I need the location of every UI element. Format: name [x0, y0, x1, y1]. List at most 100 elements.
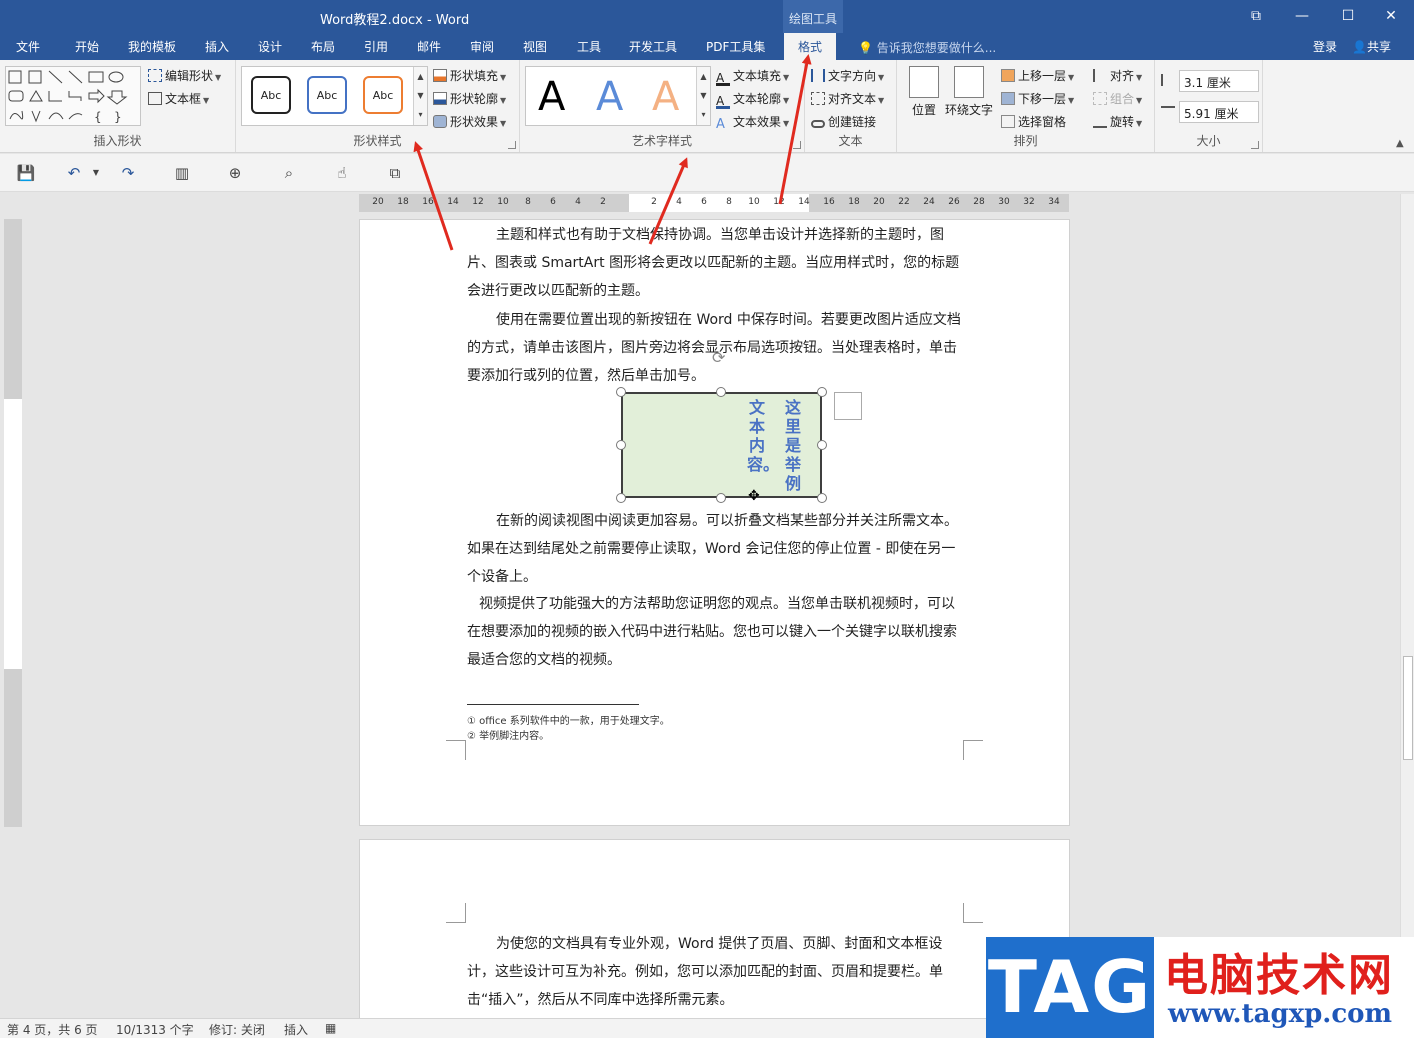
tab-my-templates[interactable]: 我的模板: [128, 38, 176, 55]
shapes-gallery[interactable]: {}: [5, 66, 141, 126]
group-objects-button[interactable]: 组合 ▼: [1093, 90, 1142, 107]
tab-format[interactable]: 格式: [784, 33, 837, 60]
vertical-scrollbar[interactable]: [1400, 194, 1414, 1018]
create-link-button[interactable]: 创建链接: [811, 113, 876, 130]
tab-mailings[interactable]: 邮件: [417, 38, 441, 55]
layout-options-icon[interactable]: [834, 392, 862, 420]
wordart-style-orange[interactable]: A: [652, 77, 679, 117]
resize-handle[interactable]: [817, 387, 827, 397]
edit-shape-button[interactable]: 编辑形状 ▼: [148, 67, 221, 84]
position-button[interactable]: 位置: [909, 66, 939, 118]
scrollbar-thumb[interactable]: [1403, 656, 1413, 760]
resize-handle[interactable]: [817, 440, 827, 450]
dialog-launcher-icon[interactable]: [793, 141, 801, 149]
read-mode-icon[interactable]: ▥: [172, 163, 192, 183]
rotate-button[interactable]: 旋转 ▼: [1093, 113, 1142, 130]
vertical-ruler[interactable]: [4, 219, 22, 827]
collapse-ribbon-icon[interactable]: ▲: [1396, 138, 1404, 149]
tab-review[interactable]: 审阅: [470, 38, 494, 55]
rotate-handle-icon[interactable]: ⟳: [712, 348, 725, 367]
maximize-button[interactable]: ☐: [1325, 0, 1371, 33]
wrap-text-button[interactable]: 环绕文字: [945, 66, 993, 118]
wordart-scroll[interactable]: ▲ ▼ ▾: [696, 67, 710, 125]
close-button[interactable]: ✕: [1368, 0, 1414, 33]
tell-me-search[interactable]: 💡 告诉我您想要做什么...: [858, 39, 996, 56]
tab-design[interactable]: 设计: [258, 38, 282, 55]
resize-handle[interactable]: [716, 493, 726, 503]
minimize-button[interactable]: —: [1279, 0, 1325, 33]
macro-record-icon[interactable]: ▦: [325, 1021, 336, 1035]
paragraph[interactable]: 视频提供了功能强大的方法帮助您证明您的观点。当您单击联机视频时，可以在想要添加的…: [467, 590, 967, 674]
scroll-down-icon[interactable]: ▼: [697, 86, 710, 105]
undo-dropdown-icon[interactable]: ▼: [86, 163, 106, 183]
scroll-up-icon[interactable]: ▲: [414, 67, 427, 86]
tab-developer[interactable]: 开发工具: [629, 38, 677, 55]
selected-text-box[interactable]: 这里是举例 文本内容。: [621, 392, 822, 498]
ribbon-display-options-button[interactable]: ⧉: [1233, 0, 1279, 33]
share-button[interactable]: 👤共享: [1352, 38, 1391, 55]
resize-handle[interactable]: [716, 387, 726, 397]
web-layout-icon[interactable]: ⊕: [225, 163, 245, 183]
textbox-text-column[interactable]: 文本内容。: [747, 398, 779, 474]
shape-styles-gallery[interactable]: Abc Abc Abc ▲ ▼ ▾: [241, 66, 428, 126]
shape-style-black[interactable]: Abc: [251, 76, 291, 114]
gallery-more-icon[interactable]: ▾: [414, 105, 427, 124]
status-page[interactable]: 第 4 页，共 6 页: [7, 1021, 98, 1038]
tab-insert[interactable]: 插入: [205, 38, 229, 55]
shape-fill-button[interactable]: 形状填充 ▼: [433, 67, 506, 84]
tab-view[interactable]: 视图: [523, 38, 547, 55]
paragraph[interactable]: 主题和样式也有助于文档保持协调。当您单击设计并选择新的主题时，图片、图表或 Sm…: [467, 221, 967, 305]
shape-style-orange[interactable]: Abc: [363, 76, 403, 114]
align-button[interactable]: 对齐 ▼: [1093, 67, 1142, 84]
align-text-button[interactable]: 对齐文本 ▼: [811, 90, 884, 107]
status-word-count[interactable]: 10/1313 个字: [116, 1021, 194, 1038]
redo-icon[interactable]: ↷: [118, 163, 138, 183]
paragraph[interactable]: 在新的阅读视图中阅读更加容易。可以折叠文档某些部分并关注所需文本。如果在达到结尾…: [467, 507, 967, 591]
touch-mode-icon[interactable]: ☝: [332, 163, 352, 183]
send-backward-button[interactable]: 下移一层 ▼: [1001, 90, 1074, 107]
tab-pdf-tools[interactable]: PDF工具集: [706, 38, 765, 55]
resize-handle[interactable]: [616, 387, 626, 397]
tab-layout[interactable]: 布局: [311, 38, 335, 55]
status-track-changes[interactable]: 修订: 关闭: [209, 1021, 265, 1038]
resize-handle[interactable]: [616, 440, 626, 450]
shape-outline-button[interactable]: 形状轮廓 ▼: [433, 90, 506, 107]
wordart-style-black[interactable]: A: [538, 77, 565, 117]
resize-handle[interactable]: [616, 493, 626, 503]
resize-handle[interactable]: [817, 493, 827, 503]
undo-icon[interactable]: ↶: [64, 163, 84, 183]
paragraph[interactable]: 为使您的文档具有专业外观，Word 提供了页眉、页脚、封面和文本框设计，这些设计…: [467, 930, 957, 1014]
tab-home[interactable]: 开始: [75, 38, 99, 55]
dialog-launcher-icon[interactable]: [508, 141, 516, 149]
footnote[interactable]: ② 举例脚注内容。: [467, 727, 549, 742]
login-link[interactable]: 登录: [1313, 38, 1337, 55]
save-icon[interactable]: 💾: [16, 163, 36, 183]
tab-file[interactable]: 文件: [16, 38, 40, 55]
text-box-button[interactable]: 文本框 ▼: [148, 90, 209, 107]
shape-height-input[interactable]: 3.1 厘米: [1179, 70, 1259, 92]
text-fill-button[interactable]: A 文本填充 ▼: [716, 67, 789, 86]
selection-pane-button[interactable]: 选择窗格: [1001, 113, 1066, 130]
scroll-up-icon[interactable]: ▲: [697, 67, 710, 86]
text-direction-button[interactable]: 文字方向 ▼: [811, 67, 884, 84]
horizontal-ruler[interactable]: 20 18 16 14 12 10 8 6 4 2 2 4 6 8 10 12 …: [359, 194, 1069, 212]
wordart-gallery[interactable]: A A A ▲ ▼ ▾: [525, 66, 711, 126]
dialog-launcher-icon[interactable]: [1251, 141, 1259, 149]
tab-tools[interactable]: 工具: [577, 38, 601, 55]
print-preview-icon[interactable]: ⌕: [279, 163, 299, 183]
shape-style-blue[interactable]: Abc: [307, 76, 347, 114]
status-insert-mode[interactable]: 插入: [284, 1021, 308, 1038]
text-outline-button[interactable]: A 文本轮廓 ▼: [716, 90, 789, 109]
tab-references[interactable]: 引用: [364, 38, 388, 55]
textbox-text-column[interactable]: 这里是举例: [783, 398, 803, 493]
shape-effects-button[interactable]: 形状效果 ▼: [433, 113, 506, 130]
text-effects-button[interactable]: A 文本效果 ▼: [716, 113, 789, 132]
gallery-more-icon[interactable]: ▾: [697, 105, 710, 124]
shape-width-input[interactable]: 5.91 厘米: [1179, 101, 1259, 123]
document-page[interactable]: 主题和样式也有助于文档保持协调。当您单击设计并选择新的主题时，图片、图表或 Sm…: [359, 219, 1070, 826]
shape-styles-scroll[interactable]: ▲ ▼ ▾: [413, 67, 427, 125]
footnote[interactable]: ① office 系列软件中的一款，用于处理文字。: [467, 712, 670, 727]
wordart-style-blue[interactable]: A: [596, 77, 623, 117]
bring-forward-button[interactable]: 上移一层 ▼: [1001, 67, 1074, 84]
customize-icon[interactable]: ⧉: [385, 163, 405, 183]
